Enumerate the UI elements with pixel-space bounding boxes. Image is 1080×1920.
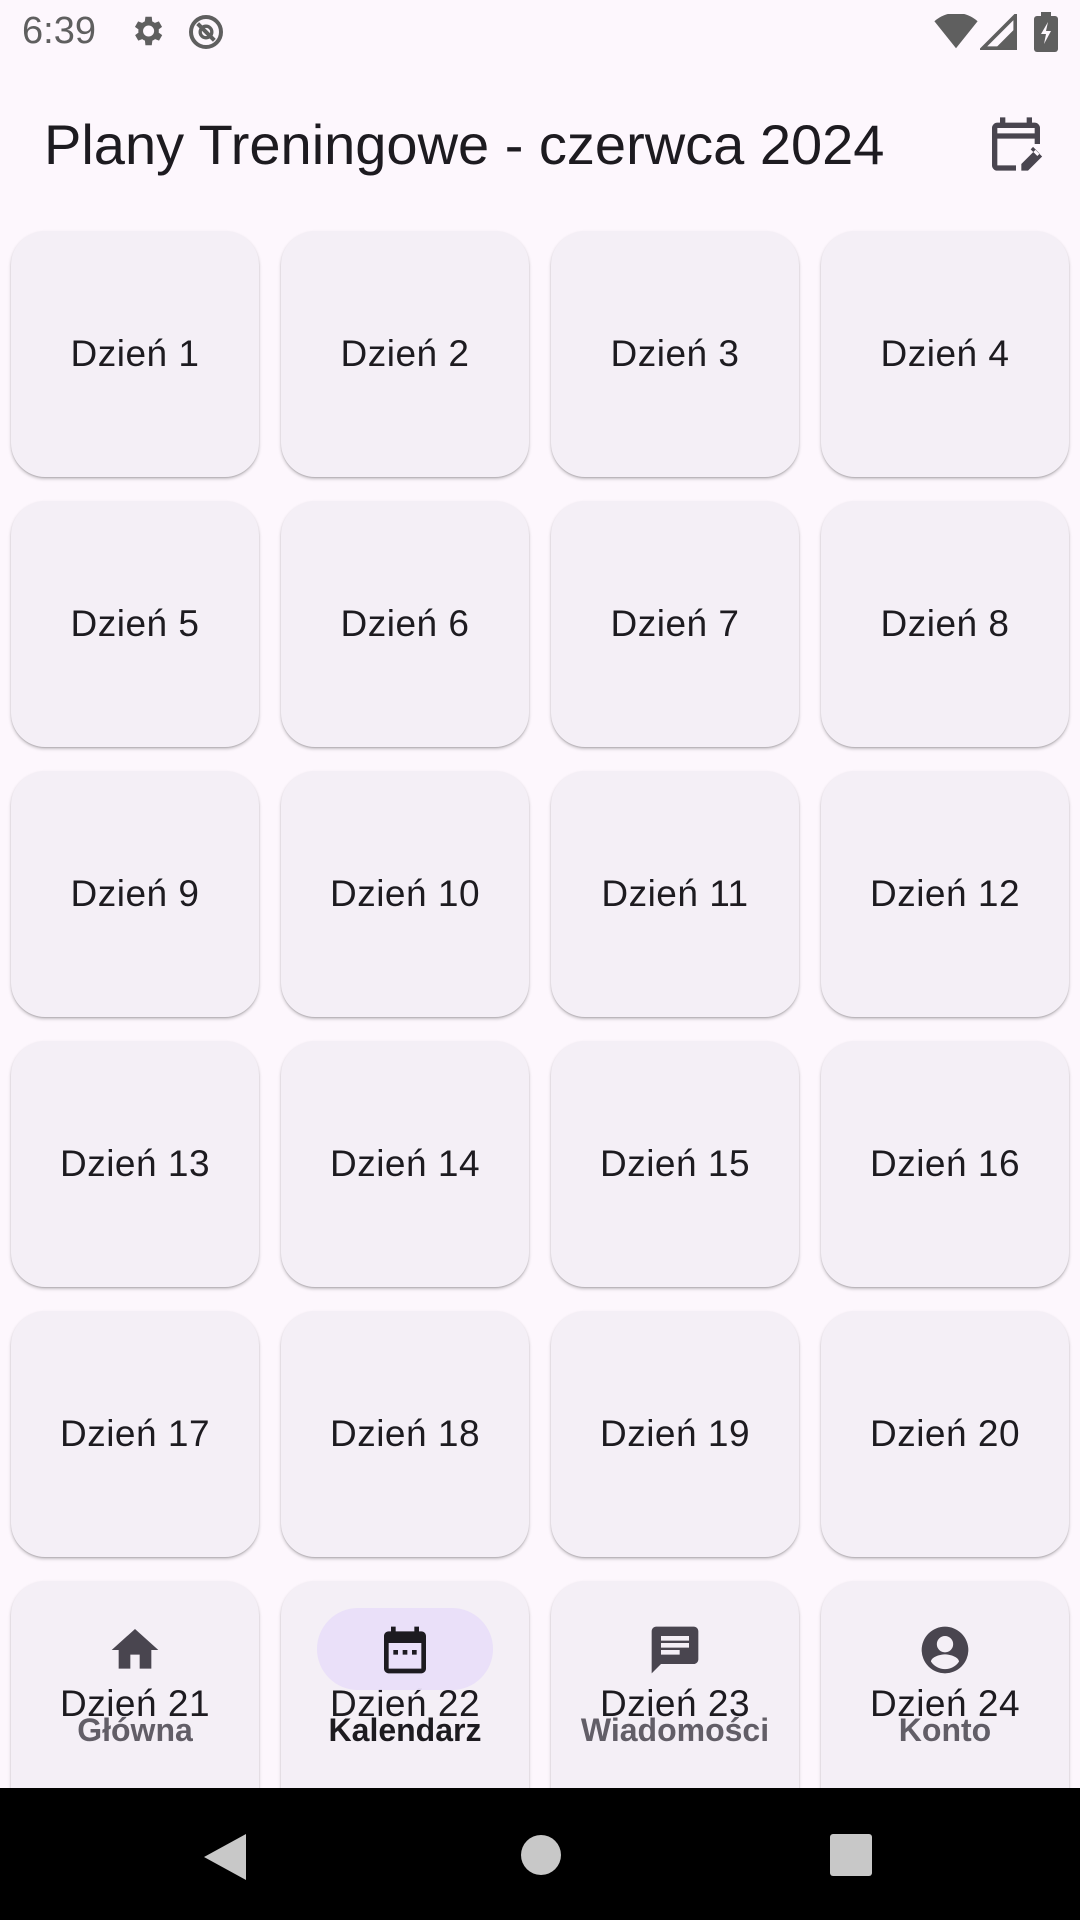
day-label: Dzień 6 — [340, 603, 470, 644]
day-card[interactable]: Dzień 4 — [821, 231, 1069, 477]
day-card[interactable]: Dzień 15 — [551, 1041, 799, 1287]
bottom-navigation: Główna Kalendarz Wiadomości Konto — [0, 1580, 1080, 1788]
day-card[interactable]: Dzień 16 — [821, 1041, 1069, 1287]
day-card[interactable]: Dzień 3 — [551, 231, 799, 477]
day-card[interactable]: Dzień 5 — [11, 501, 259, 747]
day-label: Dzień 8 — [880, 603, 1010, 644]
day-label: Dzień 14 — [329, 1143, 481, 1184]
back-icon[interactable] — [204, 1834, 246, 1880]
day-card[interactable]: Dzień 8 — [821, 501, 1069, 747]
day-card[interactable]: Dzień 11 — [551, 771, 799, 1017]
day-card[interactable]: Dzień 2 — [281, 231, 529, 477]
nav-item-home[interactable]: Główna — [0, 1580, 270, 1788]
day-label: Dzień 13 — [59, 1143, 211, 1184]
day-card[interactable]: Dzień 19 — [551, 1311, 799, 1557]
day-label: Dzień 4 — [880, 333, 1010, 374]
nav-label-home: Główna — [77, 1712, 193, 1748]
day-card[interactable]: Dzień 9 — [11, 771, 259, 1017]
day-label: Dzień 12 — [869, 873, 1021, 914]
day-grid: Dzień 1 Dzień 2 Dzień 3 Dzień 4 Dzień 5 Dzień… — [0, 0, 1080, 1788]
day-label: Dzień 20 — [869, 1413, 1021, 1454]
system-navigation-bar — [0, 1788, 1080, 1920]
nav-item-account[interactable]: Konto — [810, 1580, 1080, 1788]
day-label: Dzień 15 — [599, 1143, 751, 1184]
day-label: Dzień 11 — [601, 873, 749, 914]
chat-icon — [651, 1626, 699, 1674]
day-label: Dzień 17 — [59, 1413, 211, 1454]
nav-item-messages[interactable]: Wiadomości — [540, 1580, 810, 1788]
day-card[interactable]: Dzień 20 — [821, 1311, 1069, 1557]
day-card[interactable]: Dzień 1 — [11, 231, 259, 477]
recents-icon[interactable] — [830, 1834, 872, 1876]
day-label: Dzień 1 — [70, 333, 200, 374]
day-label: Dzień 2 — [340, 333, 470, 374]
home-icon — [111, 1629, 159, 1669]
day-label: Dzień 16 — [869, 1143, 1021, 1184]
day-card[interactable]: Dzień 18 — [281, 1311, 529, 1557]
home-button-icon[interactable] — [520, 1834, 562, 1876]
day-card[interactable]: Dzień 12 — [821, 771, 1069, 1017]
day-label: Dzień 3 — [610, 333, 740, 374]
nav-label-calendar: Kalendarz — [328, 1712, 482, 1748]
account-icon — [921, 1626, 969, 1674]
day-card[interactable]: Dzień 7 — [551, 501, 799, 747]
day-card[interactable]: Dzień 17 — [11, 1311, 259, 1557]
nav-label-account: Konto — [898, 1712, 992, 1748]
calendar-icon — [384, 1626, 426, 1674]
day-label: Dzień 9 — [70, 873, 200, 914]
day-label: Dzień 19 — [599, 1413, 751, 1454]
nav-label-messages: Wiadomości — [580, 1712, 770, 1748]
day-label: Dzień 5 — [70, 603, 200, 644]
nav-item-calendar[interactable]: Kalendarz — [270, 1580, 540, 1788]
day-card[interactable]: Dzień 13 — [11, 1041, 259, 1287]
day-label: Dzień 18 — [329, 1413, 481, 1454]
day-card[interactable]: Dzień 6 — [281, 501, 529, 747]
day-card[interactable]: Dzień 10 — [281, 771, 529, 1017]
day-label: Dzień 10 — [329, 873, 481, 914]
day-label: Dzień 7 — [610, 603, 740, 644]
day-card[interactable]: Dzień 14 — [281, 1041, 529, 1287]
